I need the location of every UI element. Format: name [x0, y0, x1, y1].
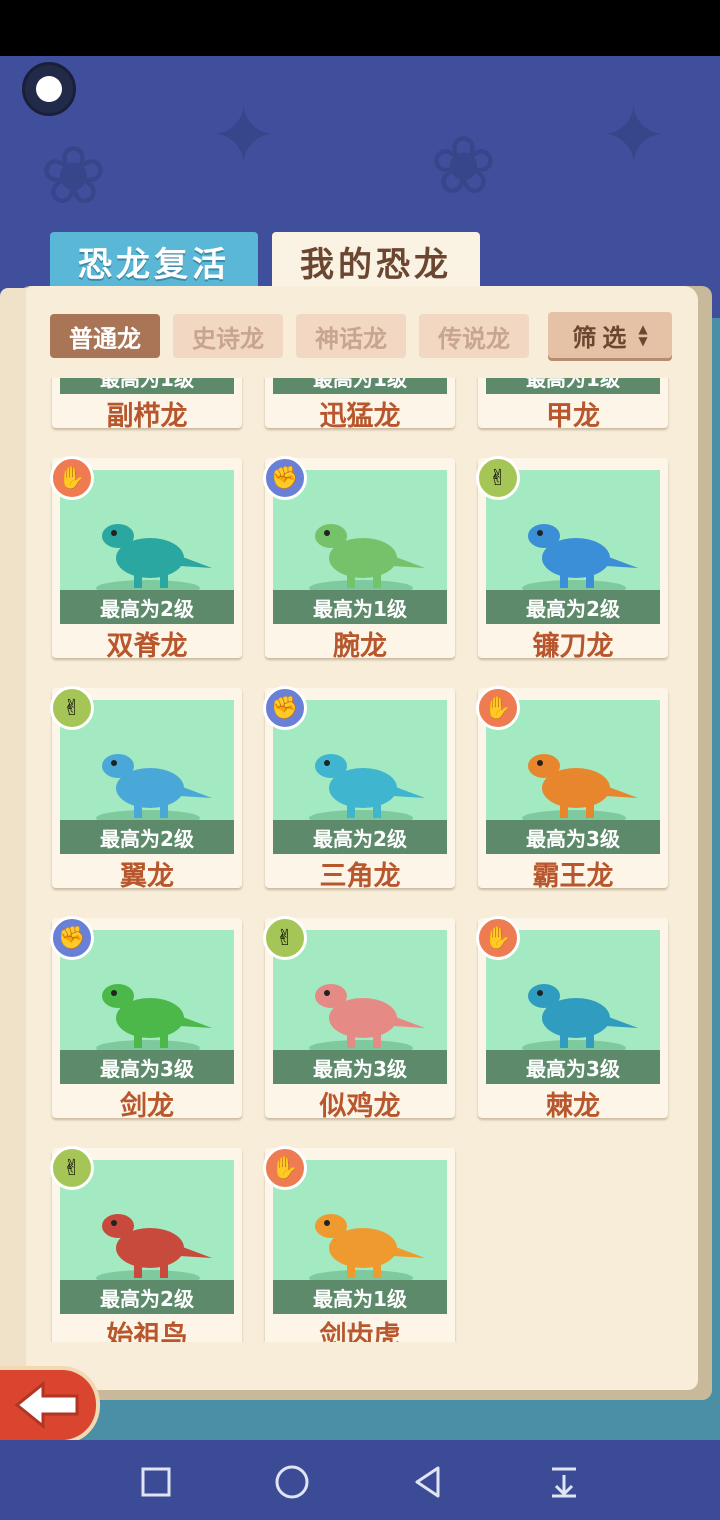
filter-button-label: 筛选 [572, 323, 633, 352]
triangle-back-icon [415, 1466, 440, 1498]
dinosaur-card[interactable]: 最高为2级三角龙 ✊ [263, 686, 455, 892]
filter-tab-legend[interactable]: 传说龙 [419, 314, 529, 358]
max-level-label: 最高为3级 [486, 820, 660, 854]
fist-icon: ✊ [263, 686, 307, 730]
home-button[interactable] [270, 1460, 314, 1504]
dinosaur-card[interactable]: 最高为1级腕龙 ✊ [263, 456, 455, 662]
dinosaur-name: 棘龙 [546, 1091, 600, 1122]
dinosaur-card[interactable]: 最高为1级甲龙 [478, 378, 668, 432]
max-level-label: 最高为2级 [60, 820, 234, 854]
dinosaur-card[interactable]: 最高为3级霸王龙 ✋ [476, 686, 668, 892]
dinosaur-name: 镰刀龙 [532, 631, 614, 662]
dinosaur-name: 副栉龙 [106, 401, 188, 432]
dinosaur-name: 翼龙 [120, 861, 174, 892]
square-icon [141, 1467, 171, 1497]
hand-five-icon: ✋ [50, 456, 94, 500]
status-bar [0, 0, 720, 56]
back-arrow-icon [14, 1380, 79, 1430]
tab-dinosaur-revive[interactable]: 恐龙复活 [50, 232, 258, 290]
max-level-label: 最高为1级 [273, 590, 447, 624]
floating-assistive-button[interactable] [22, 62, 76, 116]
dinosaur-name: 剑齿虎 [319, 1321, 401, 1342]
fist-icon: ✊ [50, 916, 94, 960]
max-level-label: 最高为2级 [273, 820, 447, 854]
filter-tab-mythic[interactable]: 神话龙 [296, 314, 406, 358]
hand-two-icon: ✌ [50, 1146, 94, 1190]
dinosaur-card[interactable]: 最高为3级棘龙 ✋ [476, 916, 668, 1122]
hand-five-icon: ✋ [476, 916, 520, 960]
dinosaur-card[interactable]: 最高为2级翼龙 ✌ [50, 686, 242, 892]
max-level-label: 最高为1级 [60, 378, 234, 394]
system-nav-bar [0, 1440, 720, 1520]
dino-head-icon: ✦ [210, 89, 278, 182]
paw-icon: ❀ [430, 119, 498, 212]
dinosaur-name: 甲龙 [546, 401, 600, 432]
max-level-label: 最高为3级 [60, 1050, 234, 1084]
sort-arrows-icon: ▲ ▼ [638, 322, 648, 348]
dinosaur-name: 腕龙 [333, 631, 387, 662]
download-icon [552, 1467, 576, 1498]
max-level-label: 最高为3级 [273, 1050, 447, 1084]
hand-two-icon: ✌ [50, 686, 94, 730]
max-level-label: 最高为2级 [60, 590, 234, 624]
filter-tab-common[interactable]: 普通龙 [50, 314, 160, 358]
dinosaur-card[interactable]: 最高为2级双脊龙 ✋ [50, 456, 242, 662]
max-level-label: 最高为1级 [273, 378, 447, 394]
fist-icon: ✊ [263, 456, 307, 500]
dinosaur-grid: 最高为1级 副栉龙 最高为1级 迅猛龙 最高为1级 甲龙 最高为2级 双脊龙 ✋ 最高为1级 腕龙 ✊… [40, 378, 680, 1342]
dinosaur-name: 始祖鸟 [106, 1321, 188, 1342]
dinosaur-name: 迅猛龙 [319, 401, 401, 432]
dinosaur-card[interactable]: 最高为1级迅猛龙 [265, 378, 455, 432]
recent-apps-button[interactable] [134, 1460, 178, 1504]
dinosaur-name: 似鸡龙 [319, 1091, 401, 1122]
hand-five-icon: ✋ [476, 686, 520, 730]
nav-back-button[interactable] [406, 1460, 450, 1504]
filter-tab-epic[interactable]: 史诗龙 [173, 314, 283, 358]
max-level-label: 最高为1级 [486, 378, 660, 394]
dinosaur-name: 剑龙 [120, 1091, 174, 1122]
dinosaur-name: 霸王龙 [532, 861, 614, 892]
dinosaur-card[interactable]: 最高为3级剑龙 ✊ [50, 916, 242, 1122]
max-level-label: 最高为2级 [486, 590, 660, 624]
dinosaur-card[interactable]: 最高为1级副栉龙 [52, 378, 242, 432]
max-level-label: 最高为3级 [486, 1050, 660, 1084]
dinosaur-card[interactable]: 最高为3级似鸡龙 ✌ [263, 916, 455, 1122]
dinosaur-name: 三角龙 [319, 861, 401, 892]
notification-pull-button[interactable] [542, 1460, 586, 1504]
circle-home-icon [275, 1465, 309, 1499]
dinosaur-card[interactable]: 最高为2级镰刀龙 ✌ [476, 456, 668, 662]
dino-head-icon: ✦ [600, 89, 668, 182]
dinosaur-card[interactable]: 最高为2级始祖鸟 ✌ [50, 1146, 242, 1342]
max-level-label: 最高为2级 [60, 1280, 234, 1314]
tab-my-dinosaurs[interactable]: 我的恐龙 [272, 232, 480, 290]
max-level-label: 最高为1级 [273, 1280, 447, 1314]
back-button[interactable] [0, 1366, 100, 1444]
hand-two-icon: ✌ [476, 456, 520, 500]
dinosaur-card[interactable]: 最高为1级剑齿虎 ✋ [263, 1146, 455, 1342]
paw-icon: ❀ [40, 129, 108, 222]
hand-five-icon: ✋ [263, 1146, 307, 1190]
hand-two-icon: ✌ [263, 916, 307, 960]
filter-button[interactable]: 筛选 ▲ ▼ [548, 312, 672, 358]
dinosaur-name: 双脊龙 [106, 631, 188, 662]
